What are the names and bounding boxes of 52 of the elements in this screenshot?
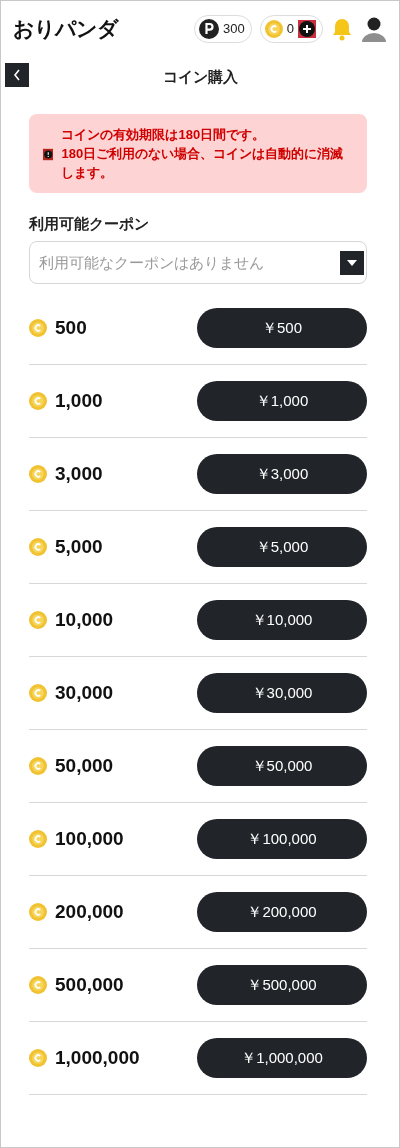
coin-icon	[29, 830, 47, 849]
coin-icon	[29, 538, 47, 557]
coin-amount: 500,000	[55, 972, 124, 997]
coin-icon	[29, 1049, 47, 1068]
coin-amount: 1,000	[55, 388, 103, 413]
coin-amount: 30,000	[55, 680, 114, 705]
warning-text: コインの有効期限は180日間です。	[61, 126, 267, 144]
add-coins-button[interactable]	[298, 20, 316, 38]
coin-icon	[29, 757, 47, 776]
plus-icon	[299, 21, 315, 37]
coin-icon	[29, 903, 47, 922]
price-button[interactable]: ￥30,000	[197, 673, 367, 714]
price-button[interactable]: ￥200,000	[197, 892, 367, 933]
coin-amount: 1,000,000	[55, 1045, 140, 1070]
coin-icon	[264, 20, 283, 38]
price-button[interactable]: ￥1,000	[197, 381, 367, 422]
points-icon	[199, 19, 220, 39]
user-icon[interactable]	[361, 16, 387, 42]
points-balance[interactable]: 300	[194, 15, 252, 43]
price-button[interactable]: ￥500,000	[197, 965, 367, 1006]
coin-amount: 5,000	[55, 534, 103, 559]
logo[interactable]: おりパンダ	[13, 13, 118, 45]
back-button[interactable]	[5, 63, 29, 87]
back-icon	[12, 68, 22, 82]
coin-icon	[29, 465, 47, 484]
coin-amount: 3,000	[55, 461, 103, 486]
price-button[interactable]: ￥5,000	[197, 527, 367, 568]
page-title: コイン購入	[162, 66, 238, 87]
coin-amount: 50,000	[55, 753, 114, 778]
points-amount: 300	[223, 20, 245, 39]
coin-amount: 10,000	[55, 607, 114, 632]
coin-icon	[29, 976, 47, 995]
coin-icon	[29, 392, 47, 411]
price-button[interactable]: ￥3,000	[197, 454, 367, 495]
coupon-select[interactable]: 利用可能なクーポンはありません	[29, 241, 367, 285]
coin-icon	[29, 611, 47, 630]
coin-amount: 0	[286, 20, 294, 39]
warning-icon	[43, 147, 54, 161]
price-button[interactable]: ￥10,000	[197, 600, 367, 641]
coupon-label: 利用可能クーポン	[29, 213, 150, 234]
coin-icon	[29, 319, 47, 338]
coin-amount: 100,000	[55, 826, 124, 851]
warning-text: 180日ご利用のない場合、コインは自動的に消滅します。	[61, 144, 345, 182]
coin-amount: 200,000	[55, 899, 124, 924]
coin-icon	[29, 684, 47, 703]
price-button[interactable]: ￥50,000	[197, 746, 367, 787]
coin-balance[interactable]: 0	[259, 15, 323, 43]
price-button[interactable]: ￥100,000	[197, 819, 367, 860]
coin-amount: 500	[55, 315, 87, 340]
price-button[interactable]: ￥500	[197, 308, 367, 349]
caret-icon	[347, 260, 357, 267]
price-button[interactable]: ￥1,000,000	[197, 1038, 367, 1079]
